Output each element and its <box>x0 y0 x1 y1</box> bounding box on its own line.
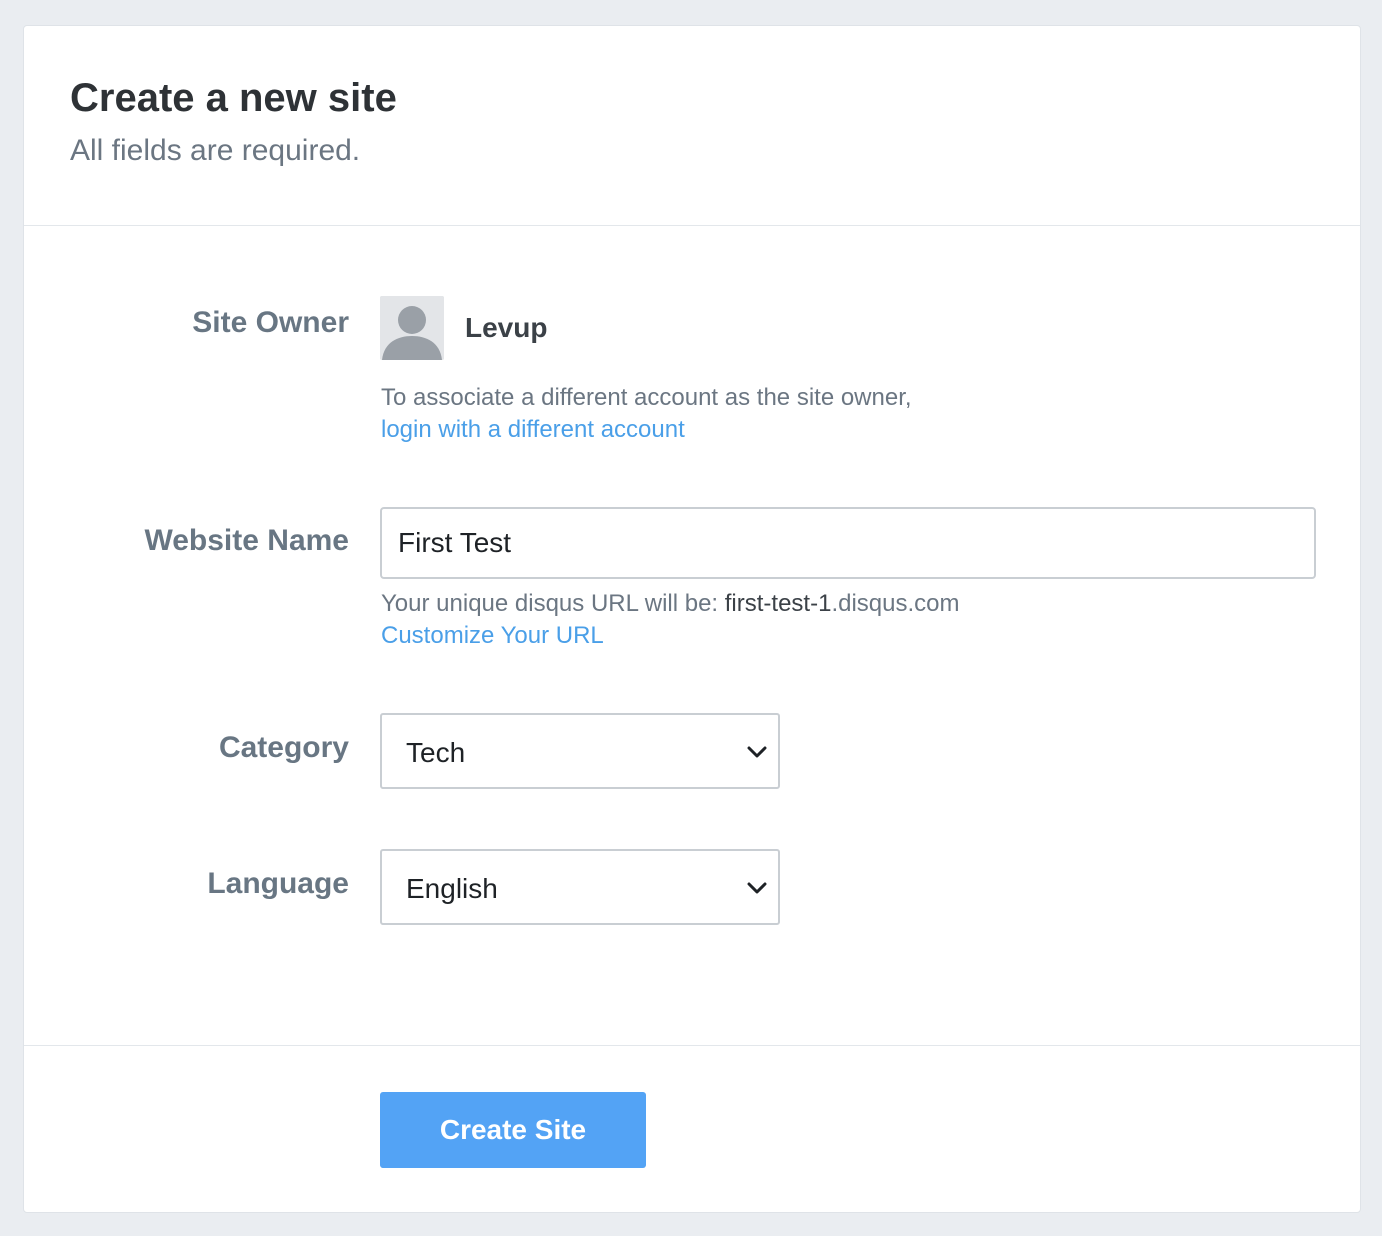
category-select[interactable]: Tech <box>380 713 780 789</box>
website-name-input[interactable] <box>380 507 1316 579</box>
site-owner-label: Site Owner <box>192 306 349 339</box>
customize-url-link[interactable]: Customize Your URL <box>381 620 960 652</box>
card-header: Create a new site All fields are require… <box>24 26 1360 226</box>
chevron-down-icon <box>747 882 767 894</box>
page-subtitle: All fields are required. <box>70 134 361 167</box>
language-label: Language <box>207 867 349 900</box>
website-name-label: Website Name <box>144 524 349 557</box>
language-select[interactable]: English <box>380 849 780 925</box>
form-footer: Create Site <box>24 1046 1360 1212</box>
owner-help: To associate a different account as the … <box>381 382 912 446</box>
chevron-down-icon <box>747 746 767 758</box>
url-prefix: Your unique disqus URL will be: <box>381 590 725 617</box>
language-selected-value: English <box>406 873 498 904</box>
login-different-account-link[interactable]: login with a different account <box>381 414 912 446</box>
owner-help-text: To associate a different account as the … <box>381 384 912 411</box>
url-help: Your unique disqus URL will be: first-te… <box>381 588 960 652</box>
page-title: Create a new site <box>70 76 397 120</box>
user-silhouette-icon <box>380 296 444 360</box>
form-body: Site Owner Levup To associate a differen… <box>24 226 1360 1046</box>
category-selected-value: Tech <box>406 737 466 768</box>
create-site-button[interactable]: Create Site <box>380 1092 646 1168</box>
create-site-card: Create a new site All fields are require… <box>23 25 1361 1213</box>
url-suffix: .disqus.com <box>831 590 960 617</box>
category-label: Category <box>218 731 349 764</box>
url-slug: first-test-1 <box>724 590 832 617</box>
owner-username: Levup <box>465 312 548 343</box>
avatar <box>380 296 444 360</box>
